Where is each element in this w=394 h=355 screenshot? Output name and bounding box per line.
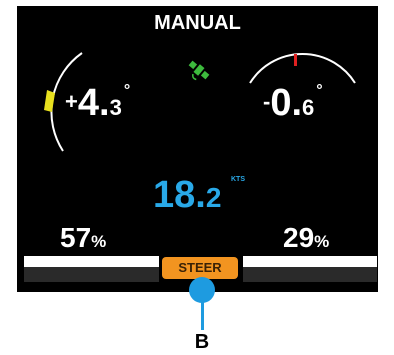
right-percent-bar [243,256,377,282]
speed-readout: 18.2 KTS [153,174,245,217]
speed-int: 18 [153,174,196,216]
left-heading-decimal: 3 [109,95,122,120]
right-percent-symbol: % [314,232,330,251]
left-percent: 57% [60,222,106,254]
left-percent-value: 57 [60,222,92,253]
left-gauge-indicator [44,90,55,112]
right-gauge-indicator [294,54,297,66]
left-percent-bar-fill [24,256,159,267]
autopilot-display: MANUAL +4.3° -0.6° 18.2 KTS 57% 29% STEE… [17,6,378,292]
left-heading-dot: . [99,82,110,124]
left-percent-bar [24,256,159,282]
right-percent-value: 29 [283,222,315,253]
speed-unit: KTS [231,176,245,183]
right-heading-readout: -0.6° [263,82,323,125]
left-heading-readout: +4.3° [65,82,130,125]
left-heading-degree: ° [123,82,131,99]
right-percent: 29% [283,222,329,254]
right-percent-bar-fill [243,256,377,267]
left-heading-int: 4 [77,82,99,124]
steer-button[interactable]: STEER [162,257,238,279]
left-percent-symbol: % [91,232,107,251]
satellite-icon [188,60,210,81]
right-heading-int: 0 [270,82,292,124]
speed-dot: . [195,174,206,216]
right-heading-degree: ° [316,82,323,99]
right-heading-dot: . [291,82,303,124]
right-heading-decimal: 6 [302,95,315,120]
speed-decimal: 2 [205,182,222,213]
left-heading-sign: + [65,89,78,114]
callout-dot [189,277,215,303]
callout-label: B [194,331,210,353]
right-gauge-arc [249,52,356,84]
